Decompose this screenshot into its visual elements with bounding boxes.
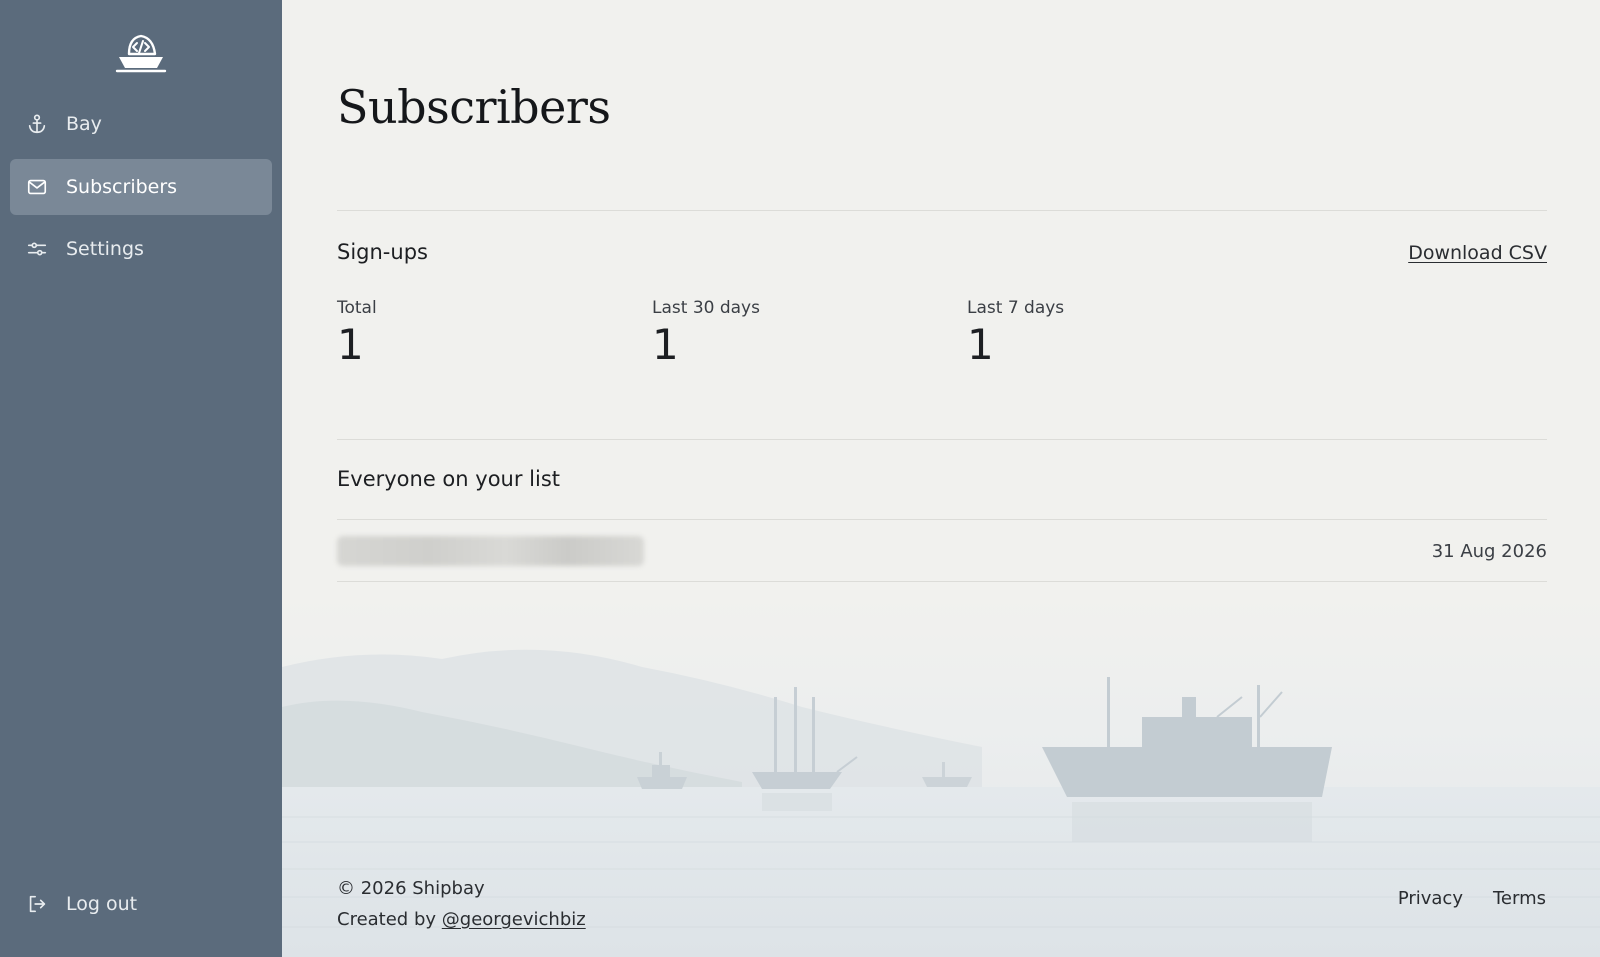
logout-label: Log out <box>66 893 138 915</box>
author-link[interactable]: @georgevichbiz <box>442 909 586 930</box>
stat-value: 1 <box>967 320 994 369</box>
main-content: Subscribers Sign-ups Download CSV Total … <box>282 0 1600 957</box>
download-csv-link[interactable]: Download CSV <box>1408 242 1547 264</box>
stat-last-30-days: Last 30 days 1 <box>652 298 952 368</box>
terms-link[interactable]: Terms <box>1493 888 1546 909</box>
copyright-text: © 2026 Shipbay <box>337 878 485 899</box>
anchor-icon <box>26 113 48 135</box>
logout-icon <box>26 893 48 915</box>
sidebar-item-bay[interactable]: Bay <box>10 96 272 152</box>
created-by-prefix: Created by <box>337 909 442 930</box>
stat-value: 1 <box>337 320 364 369</box>
mail-icon <box>26 176 48 198</box>
subscriber-date: 31 Aug 2026 <box>1431 540 1547 562</box>
section-divider <box>337 439 1547 440</box>
privacy-link[interactable]: Privacy <box>1398 888 1463 909</box>
stat-last-7-days: Last 7 days 1 <box>967 298 1267 368</box>
redacted-email <box>337 536 644 566</box>
footer-links: Privacy Terms <box>1398 888 1546 909</box>
table-row[interactable]: 31 Aug 2026 <box>337 520 1547 582</box>
logout-button[interactable]: Log out <box>10 876 272 932</box>
row-divider <box>337 581 1547 582</box>
page-title: Subscribers <box>337 80 611 134</box>
app-root: Bay Subscribers Settings Log out Subscri… <box>0 0 1600 957</box>
list-heading: Everyone on your list <box>337 467 561 491</box>
sidebar-item-label: Subscribers <box>66 176 178 198</box>
section-divider <box>337 210 1547 211</box>
stat-label: Last 7 days <box>967 298 1065 318</box>
created-by: Created by @georgevichbiz <box>337 904 586 935</box>
sidebar-item-settings[interactable]: Settings <box>10 221 272 277</box>
sidebar-item-label: Bay <box>66 113 102 135</box>
ship-code-logo[interactable] <box>115 32 167 74</box>
sidebar: Bay Subscribers Settings Log out <box>0 0 282 957</box>
sidebar-item-label: Settings <box>66 238 144 260</box>
stat-label: Total <box>337 298 377 318</box>
stat-total: Total 1 <box>337 298 637 368</box>
stat-label: Last 30 days <box>652 298 760 318</box>
sidebar-item-subscribers[interactable]: Subscribers <box>10 159 272 215</box>
signups-heading: Sign-ups <box>337 240 428 264</box>
sliders-icon <box>26 238 48 260</box>
footer-credits: © 2026 Shipbay Created by @georgevichbiz <box>337 873 586 935</box>
stat-value: 1 <box>652 320 679 369</box>
